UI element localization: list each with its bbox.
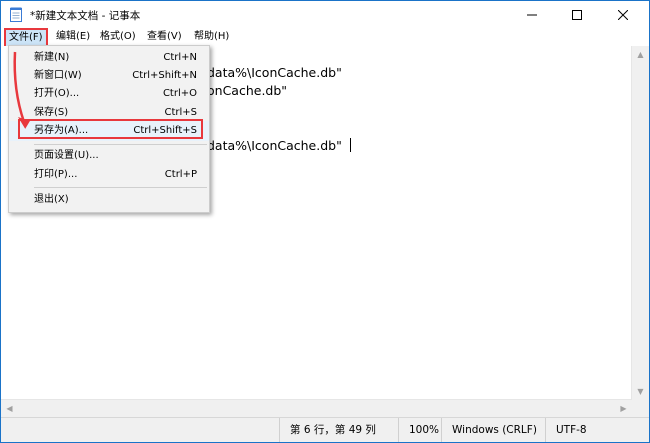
menu-item-label: 页面设置(U)... bbox=[34, 150, 99, 161]
editor-line-2: onCache.db" bbox=[207, 83, 288, 98]
status-bar: 第 6 行，第 49 列 100% Windows (CRLF) UTF-8 bbox=[1, 417, 649, 442]
menu-edit[interactable]: 编辑(E) bbox=[53, 29, 93, 45]
menu-item-shortcut: Ctrl+P bbox=[164, 169, 197, 180]
menu-item-label: 新建(N) bbox=[34, 52, 70, 63]
menu-item-shortcut: Ctrl+Shift+N bbox=[132, 70, 197, 81]
save-as-highlight-box bbox=[18, 119, 203, 139]
minimize-icon bbox=[527, 14, 537, 15]
menu-item-exit[interactable]: 退出(X) bbox=[9, 190, 209, 210]
horizontal-scrollbar[interactable]: ◀ ▶ bbox=[1, 399, 632, 418]
menu-separator bbox=[34, 187, 207, 188]
menu-item-new[interactable]: 新建(N) Ctrl+N bbox=[9, 48, 209, 68]
text-caret bbox=[350, 138, 351, 152]
menu-item-print[interactable]: 打印(P)... Ctrl+P bbox=[9, 165, 209, 185]
menu-item-open[interactable]: 打开(O)... Ctrl+O bbox=[9, 84, 209, 104]
minimize-button[interactable] bbox=[510, 1, 554, 28]
title-bar: *新建文本文档 - 记事本 bbox=[1, 1, 649, 28]
scroll-down-arrow-icon[interactable]: ▼ bbox=[632, 383, 649, 400]
status-zoom: 100% bbox=[398, 418, 447, 442]
maximize-button[interactable] bbox=[555, 1, 599, 28]
close-button[interactable] bbox=[601, 1, 645, 28]
notepad-icon bbox=[10, 7, 22, 22]
menu-bar: 文件(F) 编辑(E) 格式(O) 查看(V) 帮助(H) bbox=[1, 28, 649, 48]
menu-separator bbox=[34, 144, 207, 145]
editor-line-3: data%\IconCache.db" bbox=[207, 138, 342, 153]
menu-item-label: 新窗口(W) bbox=[34, 70, 82, 81]
menu-format[interactable]: 格式(O) bbox=[97, 29, 139, 45]
menu-item-shortcut: Ctrl+N bbox=[163, 52, 197, 63]
status-line-ending: Windows (CRLF) bbox=[441, 418, 547, 442]
window-title: *新建文本文档 - 记事本 bbox=[30, 10, 141, 22]
scroll-up-arrow-icon[interactable]: ▲ bbox=[632, 46, 649, 63]
menu-item-label: 打开(O)... bbox=[34, 88, 80, 99]
menu-item-shortcut: Ctrl+O bbox=[162, 88, 197, 99]
scroll-right-arrow-icon[interactable]: ▶ bbox=[615, 400, 632, 417]
menu-help[interactable]: 帮助(H) bbox=[191, 29, 232, 45]
scrollbar-corner bbox=[632, 400, 649, 418]
maximize-icon bbox=[572, 9, 582, 20]
status-encoding: UTF-8 bbox=[545, 418, 646, 442]
menu-item-page-setup[interactable]: 页面设置(U)... bbox=[9, 146, 209, 166]
vertical-scrollbar[interactable]: ▲ ▼ bbox=[631, 46, 649, 400]
menu-item-new-window[interactable]: 新窗口(W) Ctrl+Shift+N bbox=[9, 66, 209, 86]
status-cursor-position: 第 6 行，第 49 列 bbox=[279, 418, 406, 442]
scroll-left-arrow-icon[interactable]: ◀ bbox=[1, 400, 18, 417]
menu-item-label: 打印(P)... bbox=[34, 169, 78, 180]
menu-view[interactable]: 查看(V) bbox=[144, 29, 185, 45]
editor-line-1: data%\IconCache.db" bbox=[207, 65, 342, 80]
close-icon bbox=[618, 9, 628, 20]
menu-item-label: 退出(X) bbox=[34, 194, 69, 205]
